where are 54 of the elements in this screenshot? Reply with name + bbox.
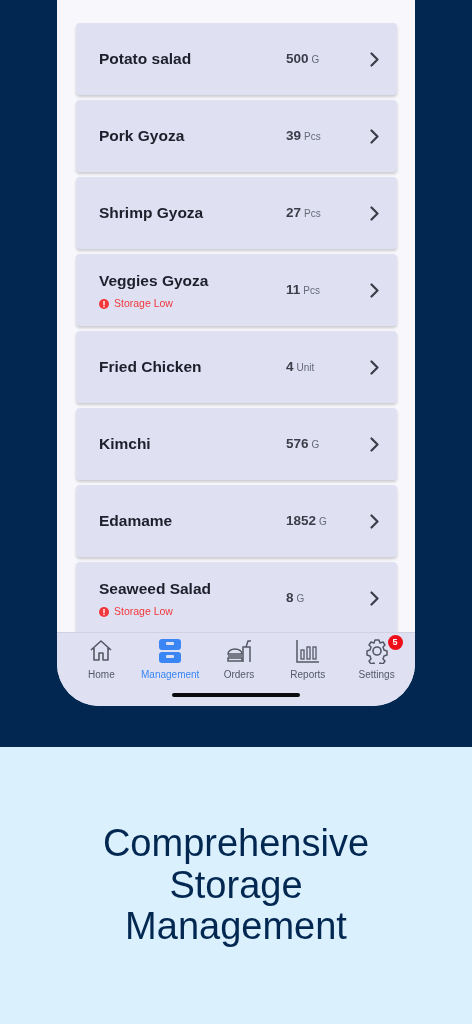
alert-text: Storage Low <box>114 603 173 619</box>
alert-icon <box>99 298 109 309</box>
quantity-unit: Unit <box>296 361 315 373</box>
chevron-right-icon <box>370 436 379 452</box>
bar-chart-icon <box>294 638 321 664</box>
item-name: Seaweed Salad <box>99 578 212 599</box>
quantity-value: 11 <box>286 281 301 297</box>
quantity-unit: Pcs <box>304 207 321 219</box>
alert-icon <box>99 606 109 617</box>
quantity-value: 1852 <box>286 512 317 528</box>
inventory-card[interactable]: Shrimp Gyoza 27 Pcs <box>76 177 397 249</box>
inventory-card[interactable]: Edamame 1852 G <box>76 485 397 557</box>
item-name: Potato salad <box>99 49 193 70</box>
chevron-right-icon <box>370 282 379 298</box>
item-name: Edamame <box>99 511 174 532</box>
inventory-card[interactable]: Kimchi 576 G <box>76 408 397 480</box>
chevron-right-icon <box>370 359 379 375</box>
quantity-value: 4 <box>286 358 294 374</box>
quantity-value: 500 <box>286 50 309 66</box>
tab-item[interactable]: Orders <box>204 638 274 682</box>
quantity-value: 27 <box>286 204 302 220</box>
quantity-value: 39 <box>286 127 302 143</box>
inventory-card[interactable]: Potato salad 500 G <box>76 23 397 95</box>
tab-item[interactable]: 5 Settings <box>342 638 411 682</box>
tab-item[interactable]: Reports <box>273 638 343 682</box>
quantity-unit: G <box>311 438 320 450</box>
quantity-value: 576 <box>286 435 309 451</box>
item-name: Veggies Gyoza <box>99 270 210 291</box>
chevron-right-icon <box>370 128 379 144</box>
alert-text: Storage Low <box>114 295 173 311</box>
inventory-card[interactable]: Veggies Gyoza Storage Low 11 Pcs <box>76 254 397 326</box>
burger-drink-icon <box>226 638 252 664</box>
inventory-card[interactable]: Seaweed Salad Storage Low 8 G <box>76 562 397 632</box>
settings-icon <box>363 638 390 664</box>
item-name: Fried Chicken <box>99 357 203 378</box>
tab-item[interactable]: Home <box>67 638 136 682</box>
inventory-card[interactable]: Pork Gyoza 39 Pcs <box>76 100 397 172</box>
quantity-unit: Pcs <box>303 284 320 296</box>
quantity-unit: G <box>319 515 327 527</box>
notification-badge: 5 <box>387 635 403 650</box>
tray-icon <box>157 638 184 664</box>
item-name: Shrimp Gyoza <box>99 203 205 224</box>
item-name: Kimchi <box>99 434 152 455</box>
quantity-value: 8 <box>286 589 294 605</box>
chevron-right-icon <box>370 513 379 529</box>
inventory-card[interactable]: Fried Chicken 4 Unit <box>76 331 397 403</box>
headline: Comprehensive Storage Management <box>101 822 371 949</box>
quantity-unit: Pcs <box>304 130 321 142</box>
item-name: Pork Gyoza <box>99 126 186 147</box>
chevron-right-icon <box>370 590 379 606</box>
chevron-right-icon <box>370 205 379 221</box>
chevron-right-icon <box>370 51 379 67</box>
quantity-unit: G <box>296 592 305 604</box>
quantity-unit: G <box>311 53 320 65</box>
